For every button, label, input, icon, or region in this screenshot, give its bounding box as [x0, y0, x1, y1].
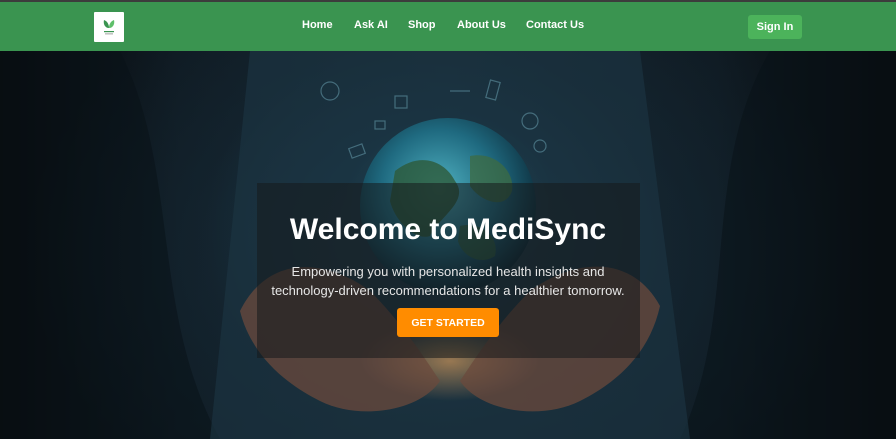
leaf-logo-icon — [103, 20, 115, 35]
nav-ask-ai[interactable]: Ask AI — [354, 19, 388, 31]
hero-title: Welcome to MediSync — [289, 213, 607, 246]
nav-shop[interactable]: Shop — [408, 19, 436, 31]
get-started-button[interactable]: GET STARTED — [397, 308, 499, 337]
nav-contact-us[interactable]: Contact Us — [526, 19, 584, 31]
nav-home[interactable]: Home — [302, 19, 333, 31]
hero-subtitle: Empowering you with personalized health … — [271, 264, 625, 298]
sign-in-button[interactable]: Sign In — [748, 15, 802, 39]
logo[interactable] — [94, 12, 124, 42]
nav-about-us[interactable]: About Us — [457, 19, 506, 31]
navbar: Home Ask AI Shop About Us Contact Us Sig… — [0, 2, 896, 51]
